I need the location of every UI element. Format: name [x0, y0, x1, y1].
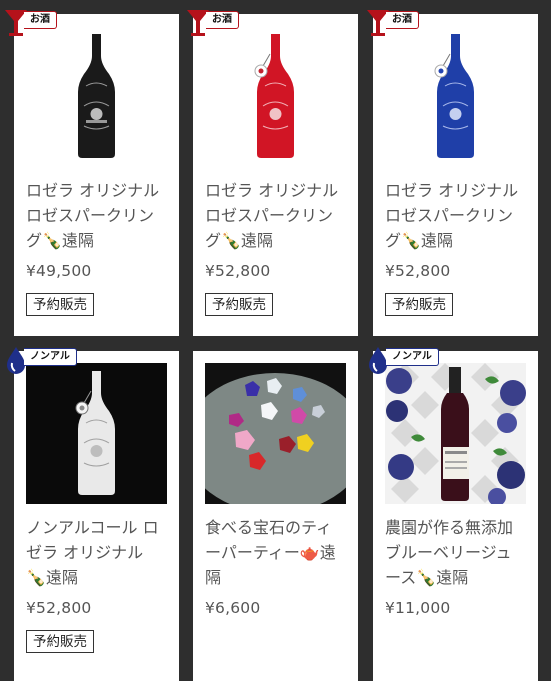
preorder-badge: 予約販売	[26, 293, 94, 316]
alcohol-badge-label: お酒	[206, 11, 239, 29]
preorder-badge: 予約販売	[26, 630, 94, 653]
preorder-badge: 予約販売	[205, 293, 273, 316]
product-card[interactable]: ロゼラ オリジナル ロゼスパークリン グ🍾遠隔 ¥52,800 予約販売	[193, 14, 358, 336]
product-image-jewel-sweets[interactable]	[205, 363, 346, 504]
nonalcohol-badge-label: ノンアル	[386, 348, 439, 366]
product-title[interactable]: 食べる宝石のティ ーパーティー🫖遠 隔	[205, 515, 348, 590]
product-price: ¥6,600	[205, 599, 261, 617]
alcohol-badge-label: お酒	[386, 11, 419, 29]
product-price: ¥52,800	[385, 262, 451, 280]
product-image-blue-bottle[interactable]	[385, 26, 526, 167]
product-image-black-bottle[interactable]	[26, 26, 167, 167]
product-title[interactable]: 農園が作る無添加 ブルーベリージュ ース🍾遠隔	[385, 515, 528, 590]
product-price: ¥52,800	[205, 262, 271, 280]
product-card[interactable]: 食べる宝石のティ ーパーティー🫖遠 隔 ¥6,600	[193, 351, 358, 681]
product-image-blueberry-juice[interactable]	[385, 363, 526, 504]
product-price: ¥52,800	[26, 599, 92, 617]
product-card[interactable]: ロゼラ オリジナル ロゼスパークリン グ🍾遠隔 ¥52,800 予約販売	[373, 14, 538, 336]
product-title[interactable]: ロゼラ オリジナル ロゼスパークリン グ🍾遠隔	[205, 178, 348, 253]
product-title[interactable]: ロゼラ オリジナル ロゼスパークリン グ🍾遠隔	[26, 178, 169, 253]
product-card[interactable]: ノンアルコール ロ ゼラ オリジナル 🍾遠隔 ¥52,800 予約販売	[14, 351, 179, 681]
nonalcohol-badge-label: ノンアル	[24, 348, 77, 366]
product-price: ¥49,500	[26, 262, 92, 280]
preorder-badge: 予約販売	[385, 293, 453, 316]
product-title[interactable]: ノンアルコール ロ ゼラ オリジナル 🍾遠隔	[26, 515, 169, 590]
product-price: ¥11,000	[385, 599, 451, 617]
alcohol-badge-label: お酒	[24, 11, 57, 29]
product-title[interactable]: ロゼラ オリジナル ロゼスパークリン グ🍾遠隔	[385, 178, 528, 253]
product-card[interactable]: ロゼラ オリジナル ロゼスパークリン グ🍾遠隔 ¥49,500 予約販売	[14, 14, 179, 336]
product-card[interactable]: 農園が作る無添加 ブルーベリージュ ース🍾遠隔 ¥11,000	[373, 351, 538, 681]
product-image-red-bottle[interactable]	[205, 26, 346, 167]
product-image-white-bottle[interactable]	[26, 363, 167, 504]
